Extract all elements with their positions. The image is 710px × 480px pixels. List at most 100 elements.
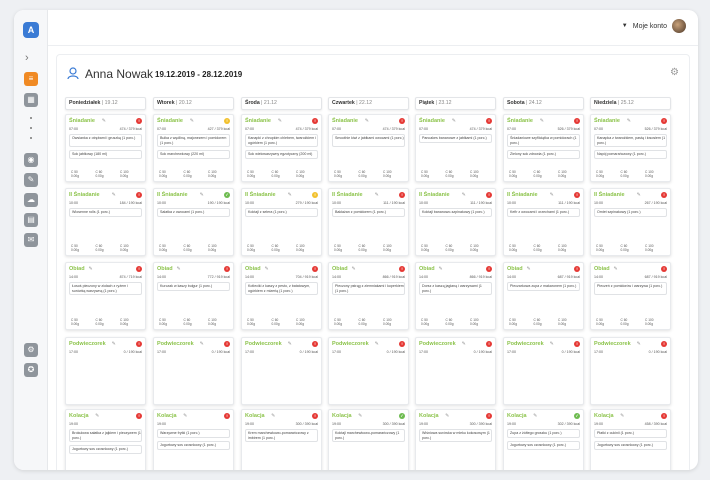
edit-icon[interactable]: ✎ [95, 413, 99, 419]
meal-item[interactable]: Warzywne frytki (1 porc.) [157, 429, 230, 438]
edit-icon[interactable]: ✎ [102, 118, 106, 124]
meal-card[interactable]: Obiad ✎! 14:00 866 / 919 kcal Pieczony pstrą… [328, 262, 409, 330]
meal-item[interactable]: Kotleciki z kaszy z pesto, z batatowym, … [245, 282, 318, 295]
meal-card[interactable]: Obiad ✎! 14:00 687 / 919 kcal Pieczeń z pomi… [590, 262, 671, 330]
edit-icon[interactable]: ✎ [533, 413, 537, 419]
edit-icon[interactable]: ✎ [620, 413, 624, 419]
day-header[interactable]: Poniedziałek | 19.12 [65, 97, 146, 110]
meal-item[interactable]: Kanapka z twarożkiem, pastą i łososiem (… [594, 134, 667, 147]
day-header[interactable]: Środa | 21.12 [241, 97, 322, 110]
edit-icon[interactable]: ✎ [112, 341, 116, 347]
edit-icon[interactable]: ✎ [200, 341, 204, 347]
meal-item[interactable]: Płatki z cukinii (1 porc.) [594, 429, 667, 438]
edit-icon[interactable]: ✎ [352, 266, 356, 272]
badge-icon[interactable]: ✪ [24, 363, 38, 377]
meal-card[interactable]: Podwieczorek ✎! 17:00 0 / 190 kcal [241, 337, 322, 405]
meal-card[interactable]: Kolacja ✎! 19:00 Brokułowa sałatka z jajkie… [65, 409, 146, 470]
meal-card[interactable]: Kolacja ✎ ✓ 19:00 302 / 390 kcal Zupa z żółte… [503, 409, 584, 470]
settings-group-icon[interactable]: ⚙ [670, 67, 679, 78]
meal-card[interactable]: Śniadanie ✎! 07:00 474 / 379 kcal Kanapki z … [241, 114, 322, 182]
meal-card[interactable]: Obiad ✎! 14:00 874 / 719 kcal Łosoś pieczony… [65, 262, 146, 330]
meal-card[interactable]: Podwieczorek ✎! 17:00 0 / 190 kcal [65, 337, 146, 405]
meal-item[interactable]: Pieczony pstrąg z ziemniakami i koperkie… [332, 282, 405, 295]
meal-card[interactable]: Śniadanie ✎! 07:00 427 / 379 kcal Bułka z wę… [153, 114, 234, 182]
meal-item[interactable]: Koktajl marchewkowo-pomarańczowy (1 porc… [332, 429, 405, 442]
meal-item[interactable]: Pancakes bananowe z jabłkami (1 porc.) [419, 134, 492, 143]
edit-icon[interactable]: ✎ [24, 173, 38, 187]
meal-card[interactable]: Podwieczorek ✎! 17:00 0 / 190 kcal [590, 337, 671, 405]
meal-card[interactable]: II Śniadanie ✎ ✓ 10:00 190 / 190 kcal Sałatka… [153, 188, 234, 256]
meal-item[interactable]: Omlet szpinakowy (1 porc.) [594, 208, 667, 217]
meal-item[interactable]: Łosoś pieczony w ziołach z ryżem i surów… [69, 282, 142, 295]
meal-item[interactable]: Brokułowa sałatka z jajkiem i pieczywem … [69, 429, 142, 442]
meal-item[interactable]: Owsianka z otrębami i gruszką (1 porc.) [69, 134, 142, 147]
edit-icon[interactable]: ✎ [462, 341, 466, 347]
meal-card[interactable]: Kolacja ✎! 19:00 Warzywne frytki (1 porc.) J… [153, 409, 234, 470]
edit-icon[interactable]: ✎ [200, 192, 204, 198]
meal-card[interactable]: Podwieczorek ✎! 17:00 0 / 190 kcal [503, 337, 584, 405]
meal-card[interactable]: II Śniadanie ✎! 10:00 279 / 190 kcal Koktajl… [241, 188, 322, 256]
meal-card[interactable]: Śniadanie ✎! 07:00 474 / 379 kcal Pancakes b… [415, 114, 496, 182]
expand-chevron-icon[interactable]: › [25, 52, 29, 64]
meal-item[interactable]: Bakłażan z pomidorem (1 porc.) [332, 208, 405, 217]
meal-card[interactable]: Obiad ✎! 14:00 704 / 919 kcal Kotleciki z ka… [241, 262, 322, 330]
edit-icon[interactable]: ✎ [375, 341, 379, 347]
meal-item[interactable]: Pieczeń z pomidorów i warzywa (1 porc.) [594, 282, 667, 295]
edit-icon[interactable]: ✎ [627, 118, 631, 124]
meal-card[interactable]: II Śniadanie ✎! 10:00 111 / 190 kcal Koktajl… [415, 188, 496, 256]
meal-item[interactable]: Sok jabłkowy (180 ml) [69, 150, 142, 159]
edit-icon[interactable]: ✎ [177, 266, 181, 272]
meal-item[interactable]: Koktajl bananowo-szpinakowy (1 porc.) [419, 208, 492, 217]
edit-icon[interactable]: ✎ [278, 118, 282, 124]
meal-card[interactable]: Podwieczorek ✎! 17:00 0 / 190 kcal [153, 337, 234, 405]
edit-icon[interactable]: ✎ [365, 118, 369, 124]
edit-icon[interactable]: ✎ [183, 413, 187, 419]
edit-icon[interactable]: ✎ [358, 413, 362, 419]
edit-icon[interactable]: ✎ [637, 341, 641, 347]
meal-item[interactable]: Napój pomarańczowy (1 porc.) [594, 150, 667, 159]
edit-icon[interactable]: ✎ [445, 413, 449, 419]
meal-card[interactable]: Kolacja ✎! 19:00 300 / 390 kcal Wiśniowa sur… [415, 409, 496, 470]
meal-card[interactable]: Kolacja ✎! 19:00 458 / 390 kcal Płatki z cuk… [590, 409, 671, 470]
meal-item[interactable]: Sok wielowarzywny egzotyczny (200 ml) [245, 150, 318, 159]
calendar-icon[interactable]: ▦ [24, 93, 38, 107]
account-menu[interactable]: ▼ Moje konto [622, 19, 686, 33]
avatar[interactable] [672, 19, 686, 33]
edit-icon[interactable]: ✎ [288, 192, 292, 198]
meal-card[interactable]: Śniadanie ✎! 07:00 526 / 379 kcal Kanapka z … [590, 114, 671, 182]
day-header[interactable]: Niedziela | 25.12 [590, 97, 671, 110]
meal-item[interactable]: Sok marchewkowy (220 ml) [157, 150, 230, 159]
meal-card[interactable]: Obiad ✎! 14:00 687 / 919 kcal Pieczarkowa zu… [503, 262, 584, 330]
meal-item[interactable]: Jogurtowy sos czosnkowy (1 porc.) [594, 441, 667, 450]
edit-icon[interactable]: ✎ [271, 413, 275, 419]
meal-card[interactable]: Śniadanie ✎! 07:00 526 / 379 kcal Śniadaniow… [503, 114, 584, 182]
edit-icon[interactable]: ✎ [112, 192, 116, 198]
meal-card[interactable]: Śniadanie ✎! 07:00 474 / 379 kcal Smoothie k… [328, 114, 409, 182]
meal-item[interactable]: Pieczarkowa zupa z makaronem (1 porc.) [507, 282, 580, 291]
meal-item[interactable]: Jogurtowy sos czosnkowy (1 porc.) [507, 441, 580, 450]
meal-item[interactable]: Jogurtowy sos czosnkowy (1 porc.) [157, 441, 230, 450]
meal-item[interactable]: Koktajl z selera (1 porc.) [245, 208, 318, 217]
meal-item[interactable]: Wiosenne rolls (1 porc.) [69, 208, 142, 217]
day-header[interactable]: Czwartek | 22.12 [328, 97, 409, 110]
edit-icon[interactable]: ✎ [265, 266, 269, 272]
meal-card[interactable]: Śniadanie ✎! 07:00 474 / 379 kcal Owsianka z… [65, 114, 146, 182]
edit-icon[interactable]: ✎ [375, 192, 379, 198]
edit-icon[interactable]: ✎ [439, 266, 443, 272]
meal-item[interactable]: Krem marchewkowo-pomarańczowy z imbirem … [245, 429, 318, 442]
meal-card[interactable]: Kolacja ✎! 19:00 300 / 390 kcal Krem marchew… [241, 409, 322, 470]
meal-item[interactable]: Śniadaniowe szyfliciątka w pomidorach (1… [507, 134, 580, 147]
nutrition-icon[interactable]: ◉ [24, 153, 38, 167]
meal-card[interactable]: Obiad ✎! 14:00 772 / 919 kcal Kurczak w kasz… [153, 262, 234, 330]
menu-icon[interactable]: ≡ [24, 72, 38, 86]
day-header[interactable]: Piątek | 23.12 [415, 97, 496, 110]
meal-item[interactable]: Zupa z żółtego groszku (1 porc.) [507, 429, 580, 438]
meal-item[interactable]: Kanapki z chrupkim chlebem, twarożkiem i… [245, 134, 318, 147]
edit-icon[interactable]: ✎ [637, 192, 641, 198]
meal-item[interactable]: Dorsz z kaszą jaglaną i warzywami (1 por… [419, 282, 492, 295]
meal-card[interactable]: II Śniadanie ✎! 10:00 184 / 190 kcal Wiosenn… [65, 188, 146, 256]
meal-card[interactable]: Obiad ✎! 14:00 866 / 919 kcal Dorsz z kaszą … [415, 262, 496, 330]
edit-icon[interactable]: ✎ [527, 266, 531, 272]
meal-card[interactable]: Kolacja ✎ ✓ 19:00 300 / 390 kcal Koktajl marc… [328, 409, 409, 470]
meal-card[interactable]: II Śniadanie ✎! 10:00 267 / 190 kcal Omlet s… [590, 188, 671, 256]
